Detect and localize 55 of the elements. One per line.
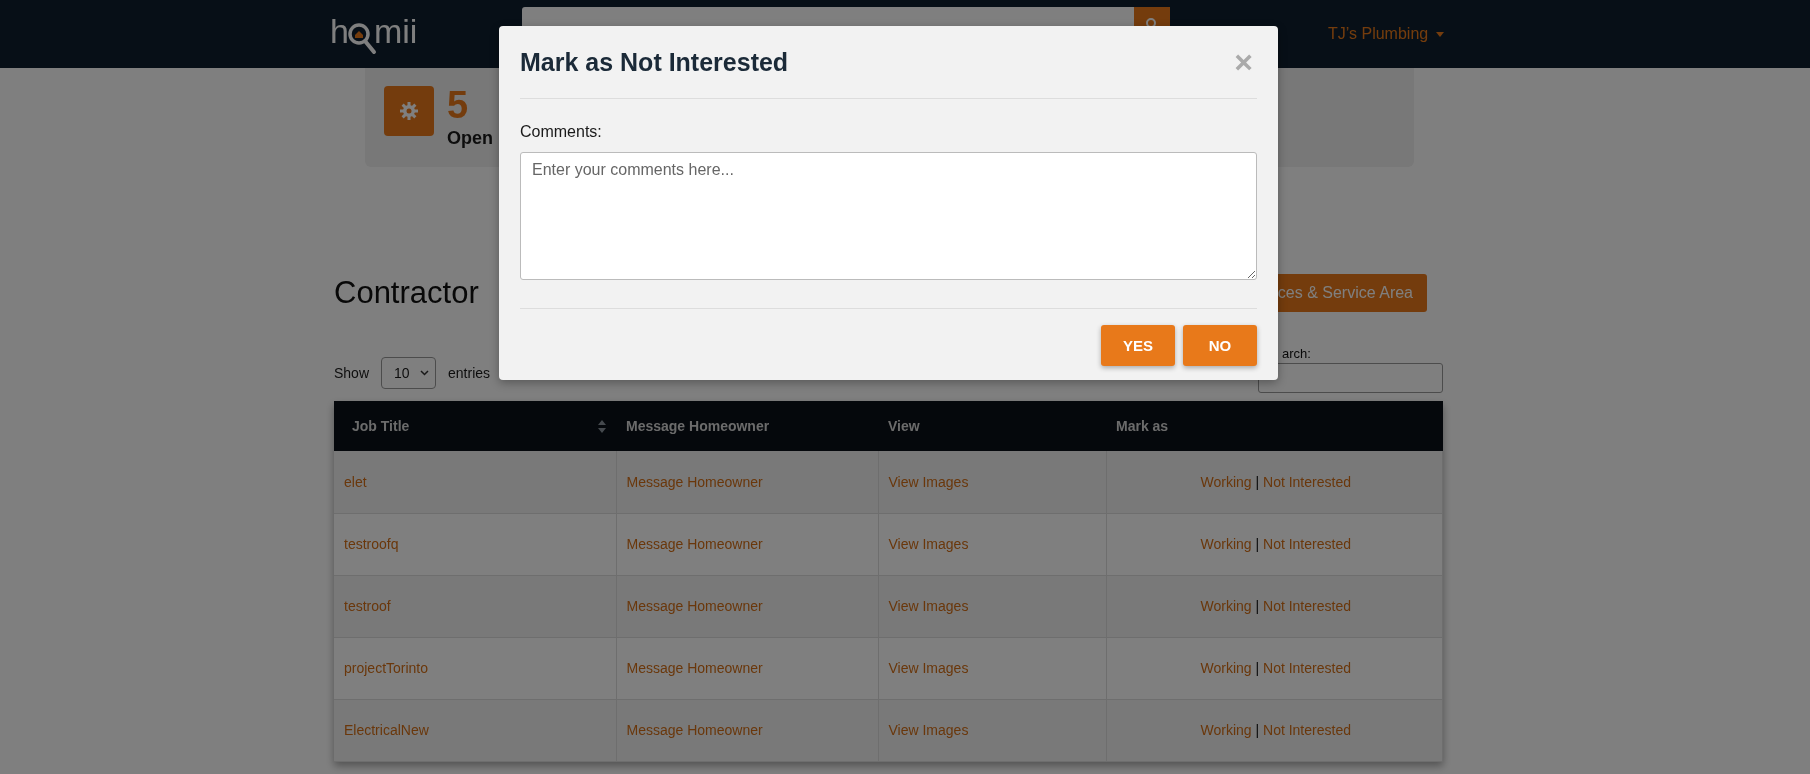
close-button[interactable]: ×: [1230, 46, 1257, 78]
not-interested-link[interactable]: Not Interested: [1263, 536, 1351, 552]
column-header[interactable]: Mark as: [1106, 401, 1443, 451]
separator: |: [1255, 536, 1260, 552]
search-label: arch:: [1282, 346, 1311, 361]
message-homeowner-link[interactable]: Message Homeowner: [626, 473, 763, 490]
message-homeowner-link[interactable]: Message Homeowner: [626, 660, 763, 676]
yes-button[interactable]: YES: [1101, 325, 1175, 366]
separator: |: [1255, 473, 1260, 490]
job-title-link[interactable]: ElectricalNew: [344, 722, 429, 738]
not-interested-link[interactable]: Not Interested: [1263, 598, 1351, 614]
working-link[interactable]: Working: [1200, 722, 1252, 738]
view-images-link[interactable]: View Images: [888, 722, 969, 738]
not-interested-link[interactable]: Not Interested: [1263, 722, 1351, 738]
working-link[interactable]: Working: [1200, 660, 1252, 676]
chevron-icon: [420, 370, 430, 376]
no-button[interactable]: NO: [1183, 325, 1257, 366]
view-images-link[interactable]: View Images: [888, 598, 969, 614]
job-title-link[interactable]: projectTorinto: [344, 660, 429, 676]
column-header[interactable]: View: [878, 401, 1106, 451]
not-interested-link[interactable]: Not Interested: [1263, 660, 1351, 676]
message-homeowner-link[interactable]: Message Homeowner: [626, 598, 763, 614]
view-images-link[interactable]: View Images: [888, 660, 969, 676]
separator: |: [1255, 598, 1260, 614]
gear-icon: [384, 86, 434, 136]
view-images-link[interactable]: View Images: [888, 536, 969, 552]
entries-select[interactable]: 10: [381, 357, 437, 389]
modal-title: Mark as Not Interested: [520, 47, 789, 77]
working-link[interactable]: Working: [1200, 598, 1252, 614]
logo-text: h: [330, 11, 349, 51]
entries-label: entries: [448, 365, 491, 381]
page-heading: Contractor: [334, 275, 479, 311]
stat-count: 5: [447, 86, 470, 124]
separator: |: [1255, 660, 1260, 676]
caret-icon: [1436, 31, 1445, 37]
comments-field[interactable]: Enter your comments here...: [520, 152, 1257, 280]
column-header[interactable]: Message Homeowner: [616, 401, 878, 451]
job-title-link[interactable]: testroofq: [344, 536, 399, 552]
message-homeowner-link[interactable]: Message Homeowner: [626, 722, 763, 738]
job-title-link[interactable]: testroof: [344, 598, 391, 614]
logo-text: mii: [373, 11, 418, 51]
not-interested-link[interactable]: Not Interested: [1263, 473, 1351, 490]
magnifier-house-icon: [346, 21, 377, 55]
show-label: Show: [334, 365, 370, 381]
working-link[interactable]: Working: [1200, 536, 1252, 552]
job-title-link[interactable]: elet: [344, 473, 367, 490]
message-homeowner-link[interactable]: Message Homeowner: [626, 536, 763, 552]
table-search-field[interactable]: [1258, 363, 1443, 393]
working-link[interactable]: Working: [1200, 473, 1252, 490]
view-images-link[interactable]: View Images: [888, 473, 969, 490]
column-header[interactable]: Job Title: [334, 401, 616, 451]
comments-label: Comments:: [520, 123, 603, 141]
stat-label: Open: [447, 128, 493, 149]
separator: |: [1255, 722, 1260, 738]
account-menu[interactable]: TJ’s Plumbing: [1328, 25, 1445, 43]
